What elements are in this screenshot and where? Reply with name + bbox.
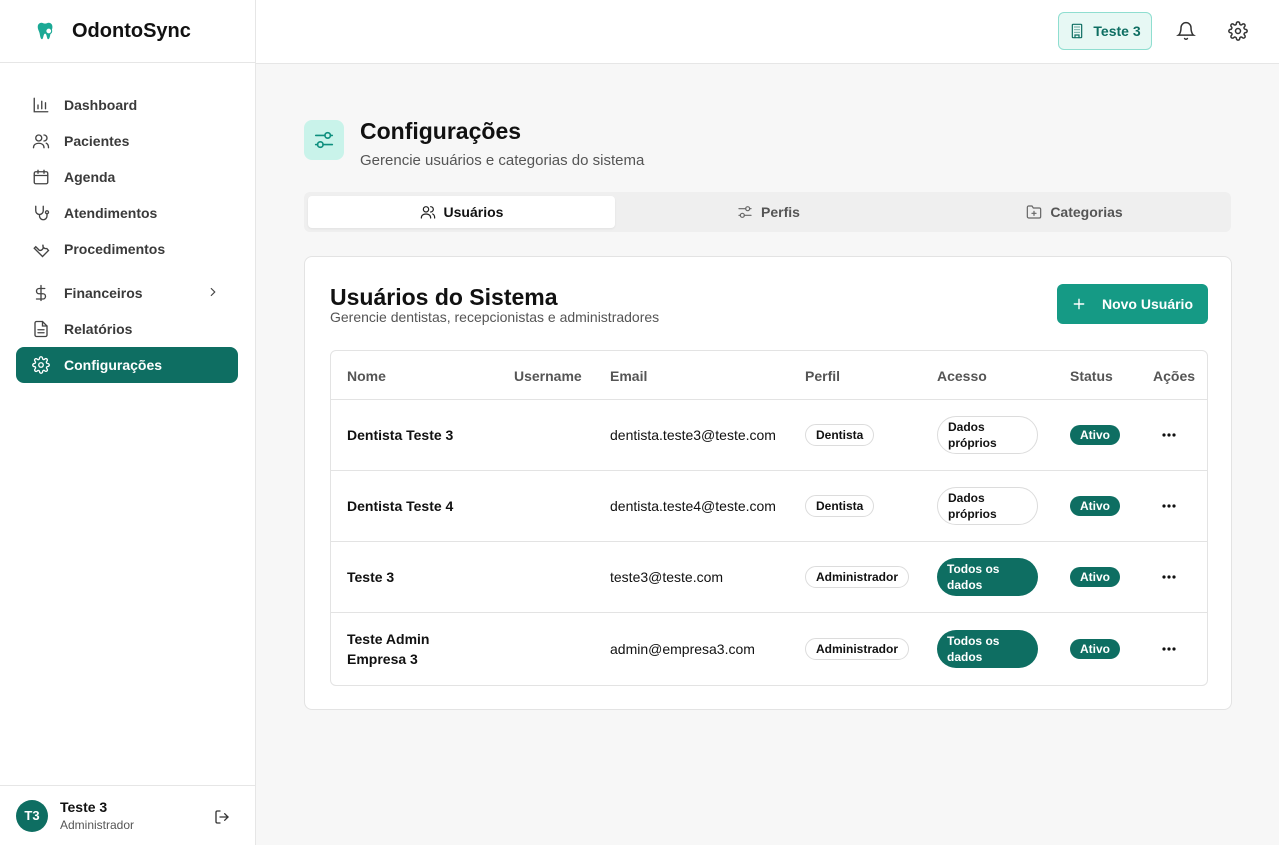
column-header-email[interactable]: Email bbox=[610, 351, 647, 400]
users-table: Nome Username Email Perfil Acesso Status… bbox=[330, 350, 1208, 686]
status-badge: Ativo bbox=[1070, 496, 1120, 516]
tenant-label: Teste 3 bbox=[1093, 23, 1141, 39]
sidebar-item-label: Atendimentos bbox=[64, 205, 158, 221]
settings-tabs: Usuários Perfis Categorias bbox=[304, 192, 1231, 232]
logout-icon[interactable] bbox=[213, 808, 231, 826]
user-name-cell: Dentista Teste 3 bbox=[347, 427, 454, 443]
sidebar-item-relatorios[interactable]: Relatórios bbox=[16, 311, 238, 347]
users-icon bbox=[32, 132, 50, 150]
card-title: Usuários do Sistema bbox=[330, 284, 558, 310]
sidebar-item-financeiros[interactable]: Financeiros bbox=[16, 275, 238, 311]
more-actions-icon[interactable] bbox=[1159, 639, 1179, 659]
status-badge: Ativo bbox=[1070, 567, 1120, 587]
user-role: Administrador bbox=[60, 818, 135, 832]
file-text-icon bbox=[32, 320, 50, 338]
sidebar-item-label: Procedimentos bbox=[64, 241, 166, 257]
plus-icon bbox=[1073, 298, 1085, 310]
more-actions-icon[interactable] bbox=[1159, 567, 1179, 587]
table-row: Teste Admin Empresa 3 admin@empresa3.com… bbox=[331, 612, 1207, 685]
tab-categorias[interactable]: Categorias bbox=[921, 196, 1228, 228]
status-badge: Ativo bbox=[1070, 425, 1120, 445]
tab-perfis[interactable]: Perfis bbox=[615, 196, 922, 228]
sidebar-item-procedimentos[interactable]: Procedimentos bbox=[16, 231, 238, 267]
sidebar-item-label: Configurações bbox=[64, 357, 163, 373]
email-cell: dentista.teste4@teste.com bbox=[610, 498, 776, 514]
sidebar-item-configuracoes[interactable]: Configurações bbox=[16, 347, 238, 383]
email-cell: admin@empresa3.com bbox=[610, 641, 755, 657]
user-name-cell: Dentista Teste 4 bbox=[347, 498, 454, 514]
sidebar-item-label: Pacientes bbox=[64, 133, 130, 149]
user-profile: T3 Teste 3 Administrador bbox=[0, 785, 255, 845]
email-cell: dentista.teste3@teste.com bbox=[610, 427, 776, 443]
status-badge: Ativo bbox=[1070, 639, 1120, 659]
users-icon bbox=[420, 206, 435, 219]
users-card: Usuários do Sistema Gerencie dentistas, … bbox=[304, 256, 1232, 710]
access-badge: Todos os dados bbox=[937, 558, 1038, 596]
top-bar: Teste 3 bbox=[256, 0, 1279, 64]
app-name: OdontoSync bbox=[72, 19, 191, 42]
user-name-cell: Teste Admin Empresa 3 bbox=[347, 631, 430, 667]
sidebar-item-label: Financeiros bbox=[64, 285, 143, 301]
profile-badge: Dentista bbox=[805, 424, 875, 446]
gear-icon bbox=[32, 356, 50, 374]
tooth-logo-icon bbox=[34, 19, 58, 43]
access-badge: Todos os dados bbox=[937, 630, 1038, 668]
tenant-button[interactable]: Teste 3 bbox=[1058, 12, 1152, 50]
column-header-username[interactable]: Username bbox=[514, 351, 582, 400]
folder-plus-icon bbox=[1027, 205, 1042, 219]
column-header-nome[interactable]: Nome bbox=[347, 351, 386, 400]
more-actions-icon[interactable] bbox=[1159, 496, 1179, 516]
sidebar-item-atendimentos[interactable]: Atendimentos bbox=[16, 195, 238, 231]
column-header-acesso[interactable]: Acesso bbox=[937, 351, 987, 400]
table-row: Teste 3 teste3@teste.com Administrador T… bbox=[331, 541, 1207, 612]
page-title: Configurações bbox=[360, 118, 522, 144]
profile-badge: Administrador bbox=[805, 638, 910, 660]
new-user-label: Novo Usuário bbox=[1101, 296, 1193, 312]
tab-usuarios[interactable]: Usuários bbox=[308, 196, 615, 228]
sidebar-nav: Dashboard Pacientes Agenda Atendimentos … bbox=[0, 63, 255, 383]
brand: OdontoSync bbox=[0, 0, 255, 63]
bar-chart-icon bbox=[32, 96, 50, 114]
user-name: Teste 3 bbox=[60, 799, 108, 815]
building-icon bbox=[1072, 23, 1083, 39]
profile-badge: Administrador bbox=[805, 566, 910, 588]
sidebar: OdontoSync Dashboard Pacientes Agenda At… bbox=[0, 0, 256, 845]
page-subtitle: Gerencie usuários e categorias do sistem… bbox=[360, 152, 645, 169]
sidebar-item-label: Relatórios bbox=[64, 321, 133, 337]
wrench-icon bbox=[32, 240, 50, 258]
card-subtitle: Gerencie dentistas, recepcionistas e adm… bbox=[330, 309, 660, 325]
settings-gear-icon[interactable] bbox=[1227, 20, 1249, 42]
sidebar-item-dashboard[interactable]: Dashboard bbox=[16, 87, 238, 123]
page-header: Configurações Gerencie usuários e catego… bbox=[304, 116, 644, 169]
sidebar-item-pacientes[interactable]: Pacientes bbox=[16, 123, 238, 159]
access-badge: Dados próprios bbox=[937, 487, 1038, 525]
avatar: T3 bbox=[16, 799, 48, 832]
tab-label: Perfis bbox=[761, 204, 800, 220]
dollar-icon bbox=[32, 284, 50, 302]
profile-badge: Dentista bbox=[805, 495, 875, 517]
calendar-icon bbox=[32, 168, 50, 186]
new-user-button[interactable]: Novo Usuário bbox=[1057, 284, 1208, 324]
table-row: Dentista Teste 3 dentista.teste3@teste.c… bbox=[331, 399, 1207, 470]
more-actions-icon[interactable] bbox=[1159, 425, 1179, 445]
sidebar-item-label: Dashboard bbox=[64, 97, 138, 113]
tab-label: Categorias bbox=[1050, 204, 1123, 220]
tab-label: Usuários bbox=[443, 204, 504, 220]
column-header-status[interactable]: Status bbox=[1070, 351, 1113, 400]
stethoscope-icon bbox=[32, 204, 50, 222]
user-name-cell: Teste 3 bbox=[347, 569, 395, 585]
sidebar-item-label: Agenda bbox=[64, 169, 116, 185]
sidebar-item-agenda[interactable]: Agenda bbox=[16, 159, 238, 195]
bell-icon[interactable] bbox=[1175, 20, 1197, 42]
table-row: Dentista Teste 4 dentista.teste4@teste.c… bbox=[331, 470, 1207, 541]
column-header-perfil[interactable]: Perfil bbox=[805, 351, 840, 400]
chevron-right-icon bbox=[206, 285, 220, 302]
email-cell: teste3@teste.com bbox=[610, 569, 724, 585]
sliders-icon bbox=[738, 206, 752, 218]
column-header-acoes: Ações bbox=[1153, 367, 1196, 384]
user-info: Teste 3 Administrador bbox=[60, 799, 134, 832]
sliders-icon bbox=[304, 120, 344, 160]
access-badge: Dados próprios bbox=[937, 416, 1038, 454]
